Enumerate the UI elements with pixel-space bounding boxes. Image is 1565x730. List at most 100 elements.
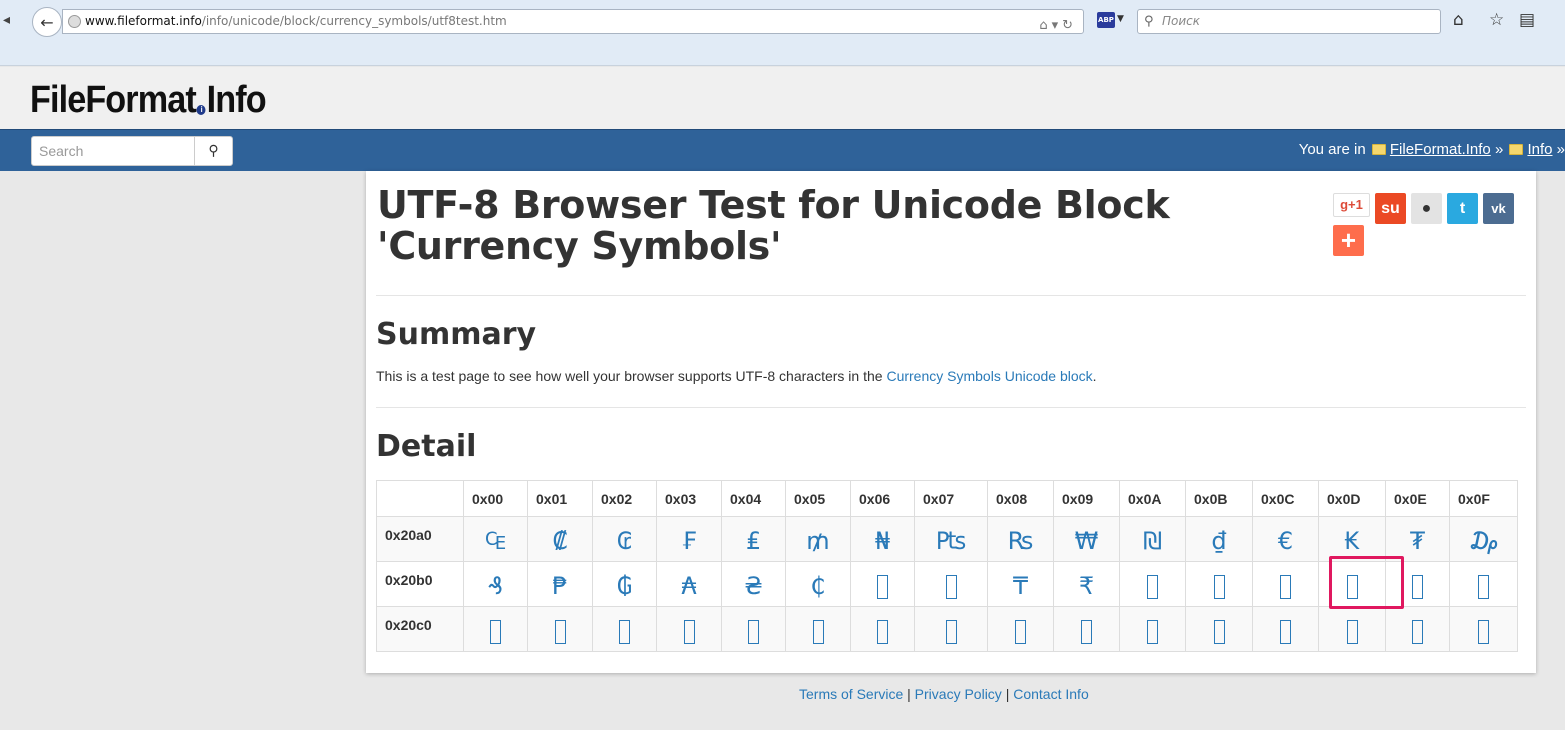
divider (376, 295, 1526, 296)
missing-glyph-box (656, 606, 722, 652)
footer-separator: | (907, 686, 911, 702)
column-header: 0x0A (1119, 480, 1186, 517)
google-plus-icon[interactable]: g+1 (1333, 193, 1370, 217)
detail-heading: Detail (376, 429, 477, 464)
site-logo[interactable]: FileFormat i Info (30, 79, 267, 122)
glyph-cell: ₧ (914, 516, 988, 562)
missing-glyph-icon (490, 620, 501, 644)
site-search-button[interactable]: ⚲ (194, 136, 233, 166)
currency-symbols-link[interactable]: Currency Symbols Unicode block (886, 368, 1092, 384)
glyph-cell: ₪ (1119, 516, 1186, 562)
terms-of-service-link[interactable]: Terms of Service (799, 686, 903, 702)
privacy-policy-link[interactable]: Privacy Policy (915, 686, 1002, 702)
adblock-icon[interactable]: ABP (1097, 12, 1115, 28)
browser-search-input[interactable]: ⚲ Поиск (1137, 9, 1441, 34)
url-path: /info/unicode/block/currency_symbols/utf… (201, 14, 507, 28)
site-search-input[interactable]: Search (31, 136, 195, 166)
footer: Terms of Service | Privacy Policy | Cont… (799, 686, 1089, 702)
glyph-cell: ₡ (527, 516, 593, 562)
globe-icon (68, 15, 81, 28)
browser-toolbar: ◂ ← www.fileformat.info/info/unicode/blo… (0, 0, 1565, 66)
chevron-down-icon[interactable]: ▼ (1117, 14, 1124, 24)
column-header: 0x06 (850, 480, 915, 517)
site-search-placeholder: Search (39, 143, 84, 159)
glyph-cell: € (1252, 516, 1319, 562)
missing-glyph-box (1185, 606, 1253, 652)
glyph-cell: ₹ (1053, 561, 1120, 607)
missing-glyph-box (1119, 561, 1186, 607)
glyph-cell: ₴ (721, 561, 786, 607)
info-dot-icon: i (196, 105, 206, 115)
missing-glyph-icon (1478, 575, 1489, 599)
row-header: 0x20a0 (376, 516, 464, 562)
column-header: 0x09 (1053, 480, 1120, 517)
back-arrow-icon: ← (40, 12, 54, 32)
column-header: 0x04 (721, 480, 786, 517)
folder-icon (1371, 144, 1386, 155)
missing-glyph-icon (945, 575, 957, 599)
missing-glyph-icon (1280, 575, 1291, 599)
column-header: 0x07 (914, 480, 988, 517)
summary-text: This is a test page to see how well your… (376, 368, 883, 384)
vk-icon[interactable]: vk (1483, 193, 1514, 224)
glyph-cell: ₦ (850, 516, 915, 562)
back-button[interactable]: ← (32, 7, 62, 37)
glyph-cell: ₥ (785, 516, 851, 562)
breadcrumb-separator: » (1556, 141, 1565, 158)
glyph-cell: ₱ (527, 561, 593, 607)
glyph-cell: ₳ (656, 561, 722, 607)
missing-glyph-box (1053, 606, 1120, 652)
missing-glyph-box (914, 561, 988, 607)
missing-glyph-icon (1147, 620, 1158, 644)
glyph-cell: ₲ (592, 561, 657, 607)
breadcrumb: You are in FileFormat.Info » Info » (1299, 141, 1565, 158)
twitter-icon[interactable]: t (1447, 193, 1478, 224)
missing-glyph-icon (1213, 575, 1225, 599)
table-corner-cell (376, 480, 464, 517)
bookmark-star-icon[interactable]: ☆ (1489, 10, 1504, 30)
row-header: 0x20c0 (376, 606, 464, 652)
column-header: 0x00 (463, 480, 528, 517)
missing-glyph-box (987, 606, 1054, 652)
breadcrumb-link-home[interactable]: FileFormat.Info (1390, 141, 1491, 158)
sidebar-arrow-icon[interactable]: ◂ (3, 13, 10, 27)
bookmarks-menu-icon[interactable]: ▤ (1519, 10, 1535, 30)
missing-glyph-box (1252, 606, 1319, 652)
column-header: 0x0B (1185, 480, 1253, 517)
glyph-cell: ₮ (1385, 516, 1450, 562)
summary-heading: Summary (376, 317, 537, 352)
glyph-cell: ₸ (987, 561, 1054, 607)
missing-glyph-icon (1147, 575, 1158, 599)
breadcrumb-link-info[interactable]: Info (1527, 141, 1552, 158)
glyph-cell: ₨ (987, 516, 1054, 562)
glyph-cell: ₫ (1185, 516, 1253, 562)
glyph-cell: ₢ (592, 516, 657, 562)
missing-glyph-icon (1213, 620, 1225, 644)
missing-glyph-icon (1478, 620, 1489, 644)
missing-glyph-box (850, 561, 915, 607)
contact-info-link[interactable]: Contact Info (1013, 686, 1089, 702)
home-icon[interactable]: ⌂ (1453, 10, 1464, 30)
stumbleupon-icon[interactable]: su (1375, 193, 1406, 224)
missing-glyph-box (1318, 606, 1386, 652)
divider (376, 407, 1526, 408)
search-icon: ⚲ (208, 143, 219, 159)
missing-glyph-icon (877, 575, 888, 599)
site-navbar: Search ⚲ You are in FileFormat.Info » In… (0, 129, 1565, 171)
summary-paragraph: This is a test page to see how well your… (376, 368, 1097, 384)
addthis-icon[interactable]: + (1333, 225, 1364, 256)
column-header: 0x0D (1318, 480, 1386, 517)
missing-glyph-box (914, 606, 988, 652)
glyph-cell: ₩ (1053, 516, 1120, 562)
missing-glyph-box (785, 606, 851, 652)
missing-glyph-icon (812, 620, 824, 644)
address-bar[interactable]: www.fileformat.info/info/unicode/block/c… (62, 9, 1084, 34)
missing-glyph-box (527, 606, 593, 652)
logo-text-right: Info (206, 79, 267, 121)
footer-separator: | (1005, 686, 1010, 702)
missing-glyph-icon (1015, 620, 1026, 644)
reddit-icon[interactable]: ● (1411, 193, 1442, 224)
logo-text-left: FileFormat (30, 79, 197, 121)
missing-glyph-box (1385, 606, 1450, 652)
url-actions[interactable]: ⌂▾↻ (1039, 14, 1077, 33)
